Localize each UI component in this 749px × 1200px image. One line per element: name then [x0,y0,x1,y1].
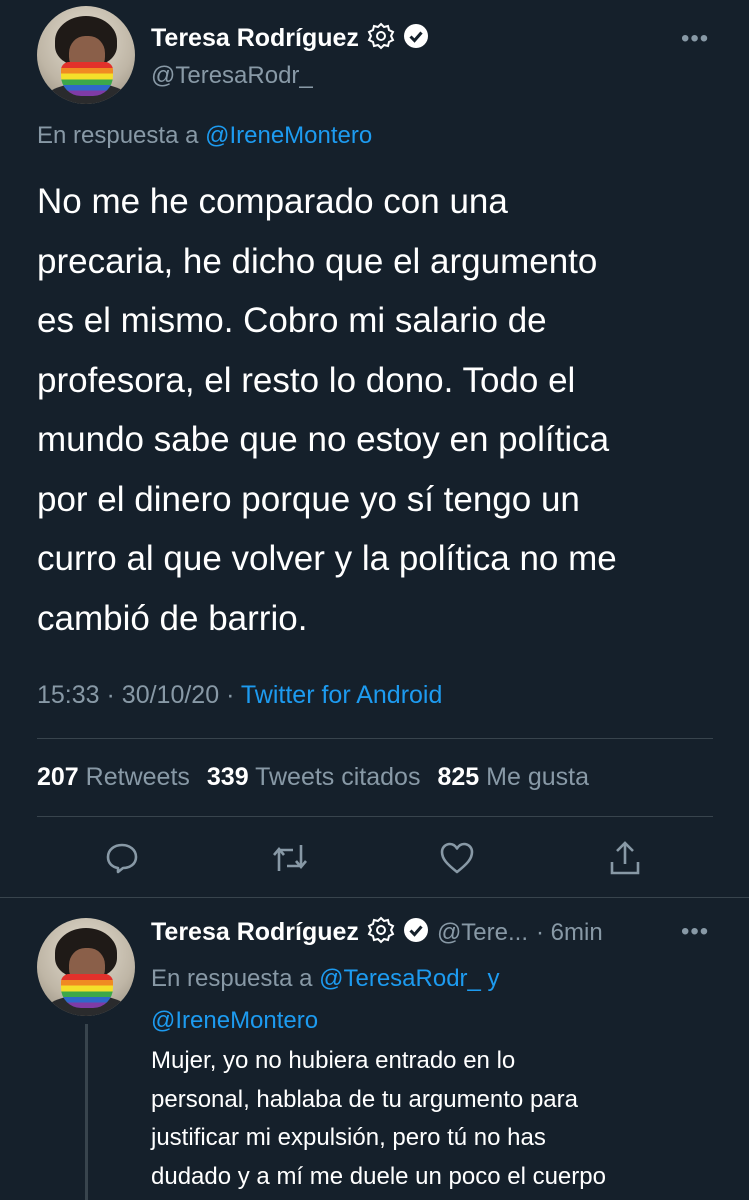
reply-author-name[interactable]: Teresa Rodríguez [151,918,359,947]
tweet-stats: 207 Retweets 339 Tweets citados 825 Me g… [37,763,589,792]
thread-line [85,1024,88,1200]
text-line: precaria, he dicho que el argumento [37,241,598,281]
quotes-count: 339 [206,763,249,791]
reply-time-ago: · 6min [536,918,603,946]
likes-count: 825 [437,763,480,791]
verified-check-icon [403,23,429,54]
text-line: curro al que volver y la política no me [37,539,617,578]
reply-prefix: En respuesta a [37,122,199,149]
reply-to-link[interactable]: @TeresaRodr_ [319,965,481,992]
text-line: cambió de barrio. [37,598,308,638]
reply-prefix: En respuesta a [151,965,313,992]
text-line: profesora, el resto lo dono. Todo el [37,360,576,400]
tweet-date: 30/10/20 [121,681,220,709]
tweet-source[interactable]: Twitter for Android [241,681,442,709]
more-icon[interactable]: ••• [681,918,709,946]
reply-author-row[interactable]: Teresa Rodríguez @Tere... · 6min [151,916,603,949]
tweet-meta: 15:33 · 30/10/20 · Twitter for Android [37,681,442,710]
like-icon [440,842,474,874]
retweet-icon [273,845,307,871]
text-line: es el mismo. Cobro mi salario de [37,301,547,340]
author-name[interactable]: Teresa Rodríguez [151,24,359,53]
text-line: dudado y a mí me duele un poco el cuerpo [151,1162,606,1190]
reply-to-link[interactable]: @IreneMontero [205,122,372,149]
text-line: por el dinero porque yo sí tengo un [37,479,580,519]
verified-check-icon [403,917,429,948]
meta-separator: · [226,681,235,709]
reply-to-link[interactable]: @IreneMontero [151,1007,318,1034]
reply-text: Mujer, yo no hubiera entrado en lo person… [151,1042,741,1196]
divider [37,738,713,739]
tweet-text: No me he comparado con una precaria, he d… [37,172,727,648]
share-button[interactable] [605,838,645,878]
author-handle[interactable]: @TeresaRodr_ [151,62,313,90]
more-icon[interactable]: ••• [681,25,709,53]
author-avatar[interactable] [37,6,135,104]
reply-conjunction: y [487,965,500,992]
reply-context: En respuesta a @IreneMontero [37,122,372,150]
text-line: personal, hablaba de tu argumento para [151,1085,578,1113]
retweets-count: 207 [37,763,79,791]
text-line: Mujer, yo no hubiera entrado en lo [151,1047,516,1074]
reply-author-handle[interactable]: @Tere... [437,919,528,947]
reply-context: En respuesta a @TeresaRodr_ y @IreneMont… [151,958,711,1042]
tweet-time: 15:33 [37,681,100,709]
retweet-button[interactable] [270,838,310,878]
quotes-label: Tweets citados [255,763,421,791]
retweets-label: Retweets [85,763,190,791]
share-icon [610,841,640,875]
verified-settings-icon [367,22,395,55]
text-line: No me he comparado con una [37,182,508,221]
section-divider [0,897,749,898]
like-button[interactable] [437,838,477,878]
text-line: mundo sabe que no estoy en política [37,420,610,459]
likes-stat[interactable]: 825 Me gusta [437,763,589,792]
reply-button[interactable] [102,838,142,878]
quotes-stat[interactable]: 339 Tweets citados [207,763,421,792]
retweets-stat[interactable]: 207 Retweets [37,763,190,792]
divider [37,816,713,817]
meta-separator: · [106,681,115,709]
verified-settings-icon [367,916,395,949]
text-line: justificar mi expulsión, pero tú no has [151,1124,546,1151]
likes-label: Me gusta [486,763,589,791]
reply-icon [106,843,138,874]
reply-author-avatar[interactable] [37,918,135,1016]
author-name-row[interactable]: Teresa Rodríguez [151,22,429,55]
